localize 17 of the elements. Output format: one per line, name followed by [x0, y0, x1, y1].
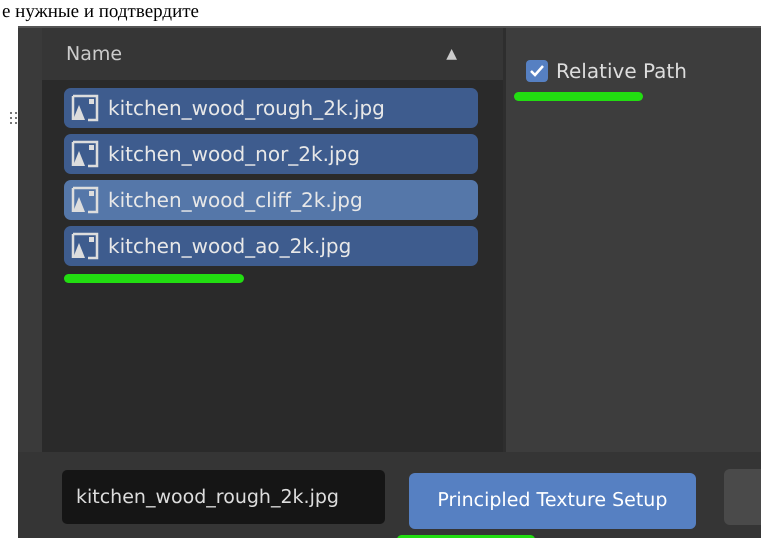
image-file-icon: [70, 185, 100, 215]
relative-path-label[interactable]: Relative Path: [556, 56, 687, 86]
column-header[interactable]: Name: [66, 40, 122, 68]
filename-field[interactable]: kitchen_wood_rough_2k.jpg: [62, 470, 385, 524]
file-row[interactable]: kitchen_wood_ao_2k.jpg: [64, 226, 478, 266]
sort-indicator[interactable]: ▲: [446, 44, 457, 64]
file-row[interactable]: kitchen_wood_nor_2k.jpg: [64, 134, 478, 174]
file-row[interactable]: kitchen_wood_rough_2k.jpg: [64, 88, 478, 128]
checkmark-icon: [529, 63, 545, 79]
image-file-icon: [70, 139, 100, 169]
drag-handle-icon[interactable]: [10, 112, 18, 124]
image-file-icon: [70, 93, 100, 123]
caption-text: е нужные и подтвердите: [1, 2, 199, 22]
image-file-icon: [70, 231, 100, 261]
file-row[interactable]: kitchen_wood_cliff_2k.jpg: [64, 180, 478, 220]
relative-path-checkbox[interactable]: [526, 60, 548, 82]
confirm-button[interactable]: Principled Texture Setup: [408, 472, 696, 528]
